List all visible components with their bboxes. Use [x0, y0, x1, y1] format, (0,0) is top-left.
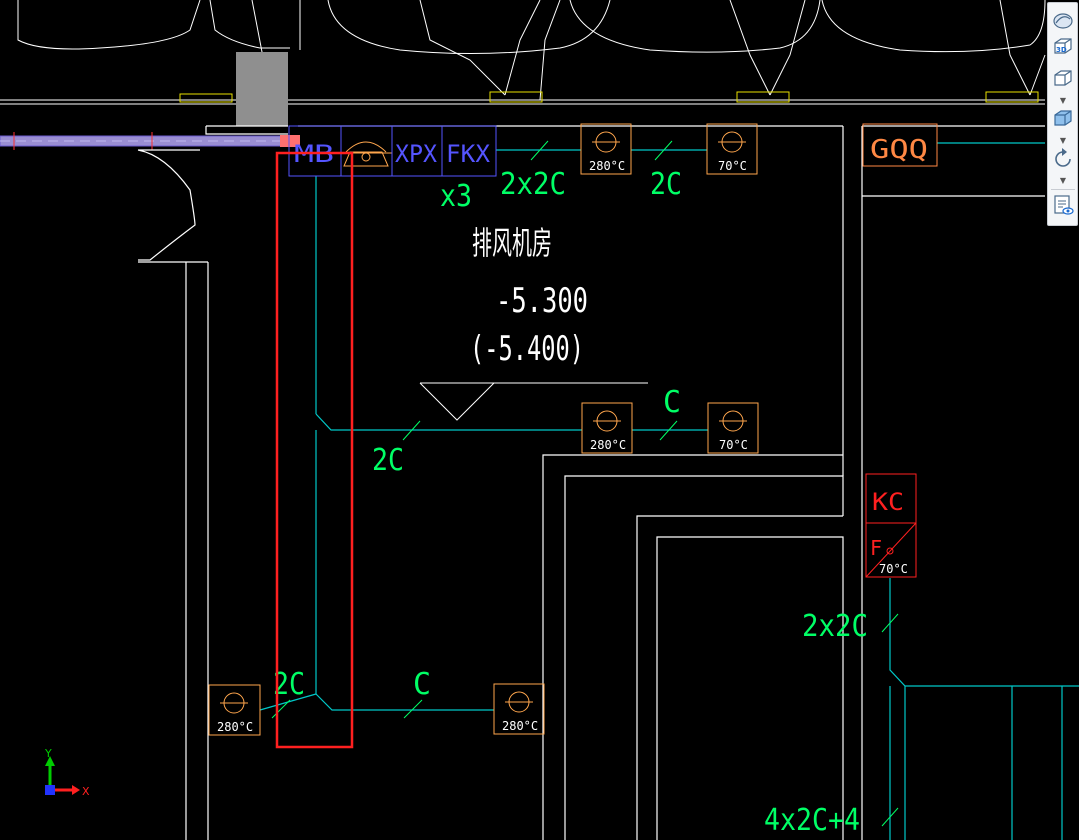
navigation-wheel-icon[interactable]: [1051, 9, 1075, 33]
elevation-alt-label: (-5.400): [470, 329, 584, 369]
elevation-symbol: [419, 382, 648, 421]
view-toolbar: 3D ▼ ▼ ▼: [1047, 2, 1078, 226]
chevron-down-icon[interactable]: ▼: [1057, 177, 1069, 185]
wire-label-right-2x2c: 2x2C: [802, 609, 868, 644]
damper-temp: 280°C: [217, 720, 253, 734]
elevation-label: -5.300: [496, 281, 588, 321]
wire-label-top-2x2c: 2x2C: [500, 167, 566, 202]
gqq-panel[interactable]: GQQ: [862, 123, 938, 167]
damper-temp: 70°C: [719, 438, 748, 452]
view-manager-icon[interactable]: [1051, 193, 1075, 217]
room-name: 排风机房: [472, 224, 552, 262]
damper-temp: 280°C: [589, 159, 625, 173]
wire-label-top-2c: 2C: [650, 167, 682, 202]
cube-shaded-icon[interactable]: [1051, 107, 1075, 131]
ucs-axis-icon: Y X: [44, 747, 90, 798]
column-block: [236, 52, 288, 126]
damper-temp: 280°C: [502, 719, 538, 733]
kc-temp-label: 70°C: [879, 562, 908, 576]
wire-label-bottom-c: C: [413, 667, 431, 702]
damper-left-280[interactable]: 280°C: [208, 684, 261, 736]
damper-top-70[interactable]: 70°C: [706, 123, 758, 175]
kc-panel[interactable]: KC F 70°C: [865, 473, 917, 578]
cable-routes: [259, 142, 1079, 840]
cube-wireframe-icon[interactable]: [1051, 67, 1075, 91]
cube-3d-icon: 3D: [1054, 38, 1072, 54]
wire-labels: x3 2x2C 2C C 2C 2C C 2x2C 4x2C+4: [273, 167, 868, 838]
wire-label-mid-2c: 2C: [372, 443, 404, 478]
damper-mid-70[interactable]: 70°C: [707, 402, 759, 454]
wire-label-right-4x2c4: 4x2C+4: [764, 803, 860, 838]
chevron-down-icon[interactable]: ▼: [1057, 137, 1069, 145]
gqq-label: GQQ: [870, 135, 928, 165]
kc-f-label: F: [870, 536, 882, 560]
wire-label-mid-c: C: [663, 385, 681, 420]
damper-top-280[interactable]: 280°C: [580, 123, 632, 175]
damper-bottom-280[interactable]: 280°C: [493, 683, 545, 735]
fkx-label: FKX: [446, 140, 491, 168]
chevron-down-icon[interactable]: ▼: [1057, 97, 1069, 105]
roof-structure: [0, 0, 1046, 105]
selected-tray[interactable]: [0, 132, 300, 150]
x-axis-label: X: [82, 785, 90, 798]
wire-count-x3: x3: [440, 179, 472, 214]
damper-mid-280[interactable]: 280°C: [581, 402, 633, 454]
toolbar-divider: [1051, 189, 1075, 190]
svg-text:3D: 3D: [1056, 46, 1067, 54]
view-3d-button[interactable]: 3D: [1051, 35, 1075, 59]
damper-temp: 280°C: [590, 438, 626, 452]
y-axis-label: Y: [44, 747, 52, 760]
selection-rectangle[interactable]: [275, 151, 354, 749]
cad-drawing-canvas[interactable]: MB XPX FKX GQQ KC F 70°C 280°C 70°C 280°…: [0, 0, 1079, 840]
kc-label: KC: [872, 488, 904, 516]
equipment-row[interactable]: MB XPX FKX: [288, 125, 497, 177]
wire-ticks: [271, 140, 899, 827]
xpx-label: XPX: [395, 140, 438, 168]
damper-temp: 70°C: [718, 159, 747, 173]
orbit-icon[interactable]: [1051, 147, 1075, 171]
walls: [137, 125, 1045, 840]
